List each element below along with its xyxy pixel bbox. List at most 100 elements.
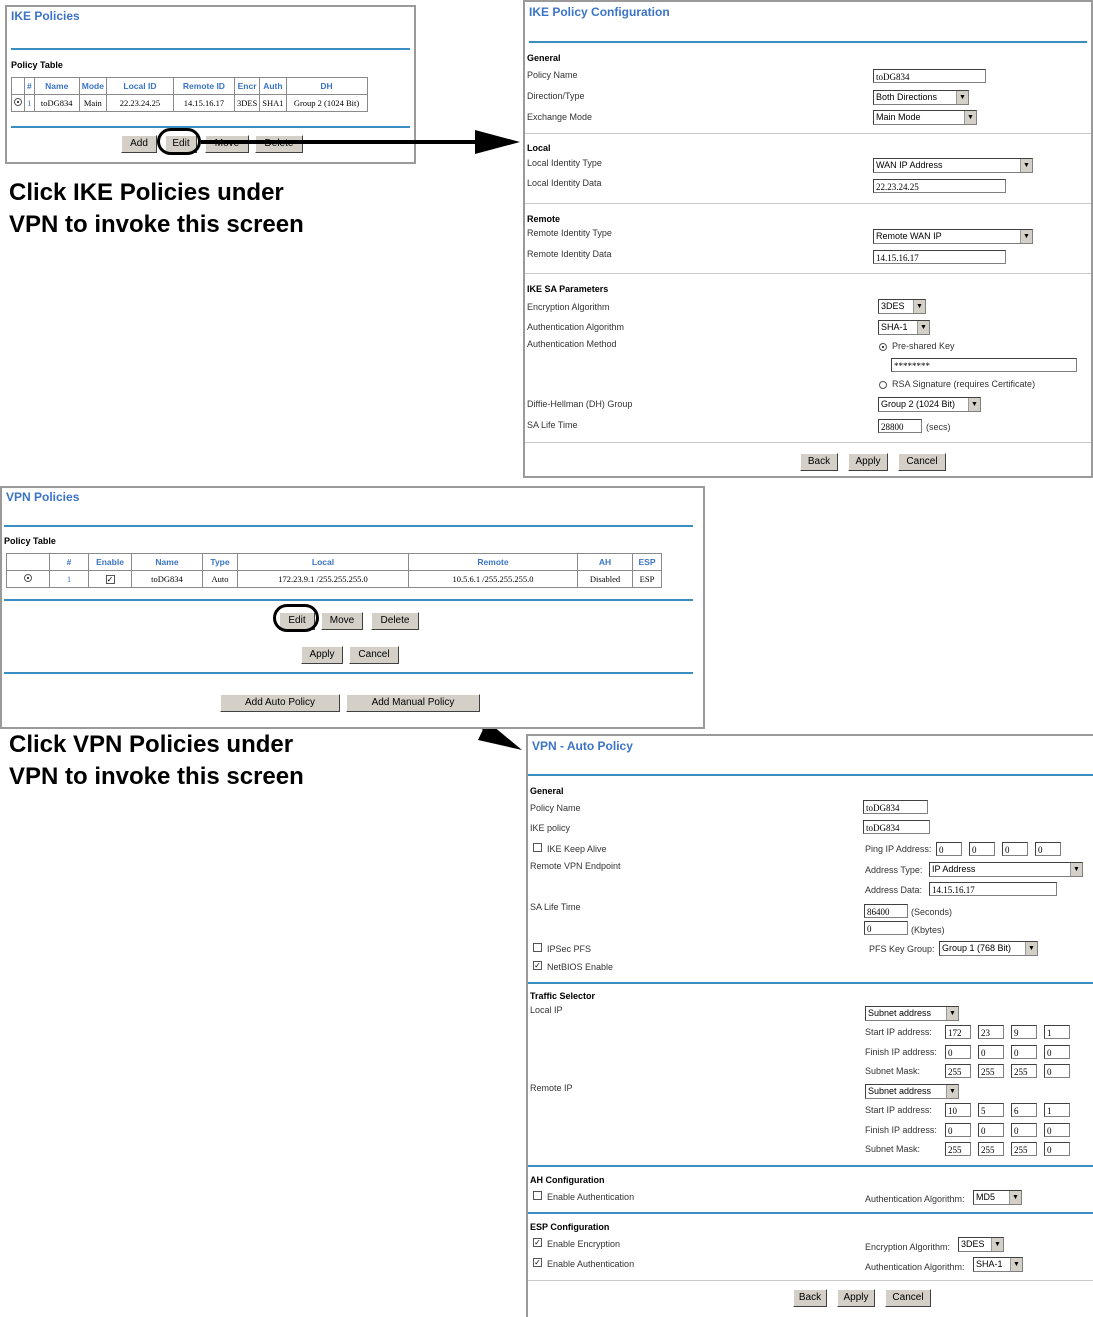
divider	[525, 203, 1091, 204]
apply-button[interactable]: Apply	[848, 453, 888, 471]
section-ike-sa: IKE SA Parameters	[527, 284, 609, 294]
move-button[interactable]: Move	[321, 612, 363, 630]
dh-group-select[interactable]: Group 2 (1024 Bit) ▼	[878, 397, 981, 412]
local-mask-octet-2[interactable]: 255	[978, 1064, 1004, 1078]
remote-finish-octet-3[interactable]: 0	[1011, 1123, 1037, 1137]
ah-enable-label: Enable Authentication	[547, 1192, 635, 1202]
back-button[interactable]: Back	[793, 1289, 827, 1307]
chevron-down-icon: ▼	[946, 1007, 958, 1020]
remote-start-octet-2[interactable]: 5	[978, 1103, 1004, 1117]
page-title: VPN Policies	[6, 490, 80, 504]
remote-start-octet-1[interactable]: 10	[945, 1103, 971, 1117]
local-finish-octet-2[interactable]: 0	[978, 1045, 1004, 1059]
auth-alg-select[interactable]: SHA-1 ▼	[878, 320, 930, 335]
chevron-down-icon: ▼	[1070, 863, 1082, 876]
chevron-down-icon: ▼	[1010, 1258, 1022, 1271]
local-ip-label: Local IP	[530, 1005, 563, 1015]
add-manual-policy-button[interactable]: Add Manual Policy	[346, 694, 480, 712]
local-mask-octet-3[interactable]: 255	[1011, 1064, 1037, 1078]
row-ah: Disabled	[577, 570, 633, 588]
cancel-button[interactable]: Cancel	[898, 453, 946, 471]
remote-finish-octet-1[interactable]: 0	[945, 1123, 971, 1137]
local-finish-octet-4[interactable]: 0	[1044, 1045, 1070, 1059]
address-data-input[interactable]: 14.15.16.17	[929, 882, 1057, 896]
remote-finish-octet-2[interactable]: 0	[978, 1123, 1004, 1137]
ping-ip-octet-4[interactable]: 0	[1035, 842, 1061, 856]
page-title: IKE Policy Configuration	[529, 5, 670, 19]
esp-auth-alg-select[interactable]: SHA-1 ▼	[973, 1257, 1023, 1272]
remote-start-octet-4[interactable]: 1	[1044, 1103, 1070, 1117]
table-row[interactable]: 1 ✓ toDG834 Auto 172.23.9.1 /255.255.255…	[6, 570, 662, 588]
col-name: Name	[131, 553, 203, 571]
local-ip-type-select[interactable]: Subnet address ▼	[865, 1006, 959, 1021]
ah-enable-checkbox[interactable]	[533, 1191, 542, 1200]
netbios-checkbox[interactable]: ✓	[533, 961, 542, 970]
rsa-radio[interactable]	[879, 381, 887, 389]
esp-enc-checkbox[interactable]: ✓	[533, 1238, 542, 1247]
ipsec-pfs-checkbox[interactable]	[533, 943, 542, 952]
sa-life-seconds-input[interactable]: 86400	[864, 904, 908, 918]
col-enable: Enable	[88, 553, 132, 571]
policy-name-input[interactable]: toDG834	[863, 800, 928, 814]
col-type: Type	[202, 553, 238, 571]
chevron-down-icon: ▼	[913, 300, 925, 313]
esp-enc-label: Enable Encryption	[547, 1239, 621, 1249]
esp-auth-alg-label: Authentication Algorithm:	[865, 1262, 965, 1272]
ping-ip-octet-3[interactable]: 0	[1002, 842, 1028, 856]
policy-name-input[interactable]: toDG834	[873, 69, 986, 83]
enc-alg-value: 3DES	[881, 301, 905, 311]
esp-auth-checkbox[interactable]: ✓	[533, 1258, 542, 1267]
sa-life-kbytes-input[interactable]: 0	[864, 921, 908, 935]
vpn-policies-panel: VPN Policies Policy Table # Enable Name …	[0, 486, 705, 729]
local-data-input[interactable]: 22.23.24.25	[873, 179, 1006, 193]
esp-enc-alg-select[interactable]: 3DES ▼	[958, 1237, 1004, 1252]
sa-life-input[interactable]: 28800	[878, 419, 922, 433]
divider	[4, 672, 693, 674]
esp-auth-label: Enable Authentication	[547, 1259, 635, 1269]
remote-mask-octet-4[interactable]: 0	[1044, 1142, 1070, 1156]
address-type-select[interactable]: IP Address ▼	[929, 862, 1083, 877]
delete-button[interactable]: Delete	[371, 612, 419, 630]
ike-policy-input[interactable]: toDG834	[863, 820, 930, 834]
remote-ip-type-select[interactable]: Subnet address ▼	[865, 1084, 959, 1099]
local-start-octet-1[interactable]: 172	[945, 1025, 971, 1039]
row-select-radio[interactable]	[6, 570, 50, 588]
apply-button[interactable]: Apply	[837, 1289, 875, 1307]
remote-mask-octet-2[interactable]: 255	[978, 1142, 1004, 1156]
psk-input[interactable]: ********	[891, 358, 1077, 372]
local-start-octet-3[interactable]: 9	[1011, 1025, 1037, 1039]
remote-finish-octet-4[interactable]: 0	[1044, 1123, 1070, 1137]
local-finish-octet-3[interactable]: 0	[1011, 1045, 1037, 1059]
local-finish-octet-1[interactable]: 0	[945, 1045, 971, 1059]
local-mask-octet-1[interactable]: 255	[945, 1064, 971, 1078]
keepalive-checkbox[interactable]	[533, 843, 542, 852]
ping-ip-octet-2[interactable]: 0	[969, 842, 995, 856]
psk-radio[interactable]	[879, 343, 887, 351]
ping-ip-octet-1[interactable]: 0	[936, 842, 962, 856]
exchange-mode-select[interactable]: Main Mode ▼	[873, 110, 977, 125]
cancel-button[interactable]: Cancel	[349, 646, 399, 664]
pfs-group-select[interactable]: Group 1 (768 Bit) ▼	[939, 941, 1038, 956]
back-button[interactable]: Back	[800, 453, 838, 471]
row-esp: ESP	[632, 570, 662, 588]
remote-data-input[interactable]: 14.15.16.17	[873, 250, 1006, 264]
remote-mask-octet-1[interactable]: 255	[945, 1142, 971, 1156]
keepalive-label: IKE Keep Alive	[547, 844, 607, 854]
row-enable-checkbox[interactable]: ✓	[88, 570, 132, 588]
local-start-octet-2[interactable]: 23	[978, 1025, 1004, 1039]
local-start-octet-4[interactable]: 1	[1044, 1025, 1070, 1039]
divider	[528, 982, 1093, 984]
caption-line-1: Click VPN Policies under	[9, 731, 294, 758]
enc-alg-select[interactable]: 3DES ▼	[878, 299, 926, 314]
remote-mask-octet-3[interactable]: 255	[1011, 1142, 1037, 1156]
add-auto-policy-button[interactable]: Add Auto Policy	[220, 694, 340, 712]
remote-start-octet-3[interactable]: 6	[1011, 1103, 1037, 1117]
local-type-select[interactable]: WAN IP Address ▼	[873, 158, 1033, 173]
local-mask-octet-4[interactable]: 0	[1044, 1064, 1070, 1078]
ah-alg-select[interactable]: MD5 ▼	[973, 1190, 1022, 1205]
remote-type-select[interactable]: Remote WAN IP ▼	[873, 229, 1033, 244]
col-select	[6, 553, 50, 571]
cancel-button[interactable]: Cancel	[885, 1289, 931, 1307]
direction-select[interactable]: Both Directions ▼	[873, 90, 969, 105]
apply-button[interactable]: Apply	[301, 646, 343, 664]
